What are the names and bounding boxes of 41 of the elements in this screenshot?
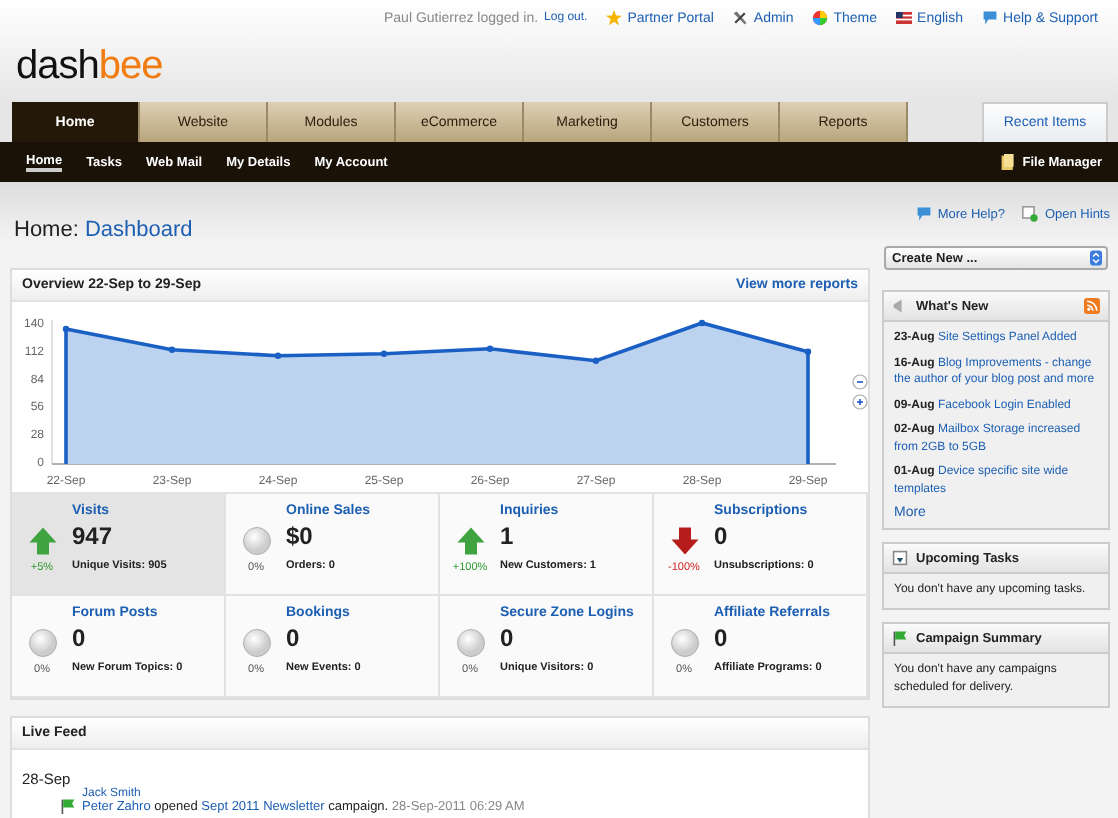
- zoom-in-icon[interactable]: [852, 394, 868, 410]
- speech-bubble-icon: [981, 10, 998, 26]
- star-icon: [605, 10, 622, 26]
- point: [62, 325, 70, 333]
- stat-value: 0: [714, 624, 728, 652]
- neutral-circle-icon: [241, 526, 271, 556]
- stat-value: $0: [286, 522, 313, 550]
- hint-icon: [1022, 206, 1039, 222]
- neutral-circle-icon: [27, 628, 57, 658]
- folder-icon: [1000, 154, 1017, 170]
- inbox-icon: [892, 550, 908, 566]
- page-title-link[interactable]: Dashboard: [84, 218, 193, 242]
- neutral-circle-icon: [455, 628, 485, 658]
- neutral-circle-icon: [669, 628, 699, 658]
- stat-value: 0: [714, 522, 728, 550]
- stat-value: 0: [500, 624, 514, 652]
- color-wheel-icon: [811, 10, 828, 26]
- page-title: Home:: [14, 218, 79, 242]
- logo: dashbee: [16, 42, 163, 90]
- zoom-out-icon[interactable]: [852, 374, 868, 390]
- up-arrow-icon: [455, 526, 485, 556]
- point: [168, 346, 176, 353]
- flag-icon: [60, 798, 76, 814]
- stat-value: 0: [72, 624, 86, 652]
- point: [380, 350, 388, 357]
- flag-icon: [892, 630, 908, 646]
- point: [274, 352, 282, 359]
- down-arrow-icon: [669, 526, 699, 556]
- point: [486, 345, 494, 352]
- neutral-circle-icon: [241, 628, 271, 658]
- speech-bubble-icon: [915, 206, 932, 222]
- rss-icon[interactable]: [1084, 298, 1100, 314]
- stat-value: 1: [500, 522, 514, 550]
- stat-value: 0: [286, 624, 300, 652]
- up-arrow-icon: [27, 526, 57, 556]
- point: [804, 348, 812, 355]
- spinner-arrows-icon: [1090, 250, 1102, 266]
- flag-icon: [895, 10, 912, 26]
- point: [592, 357, 600, 364]
- point: [698, 319, 706, 327]
- stat-value: 947: [72, 522, 113, 550]
